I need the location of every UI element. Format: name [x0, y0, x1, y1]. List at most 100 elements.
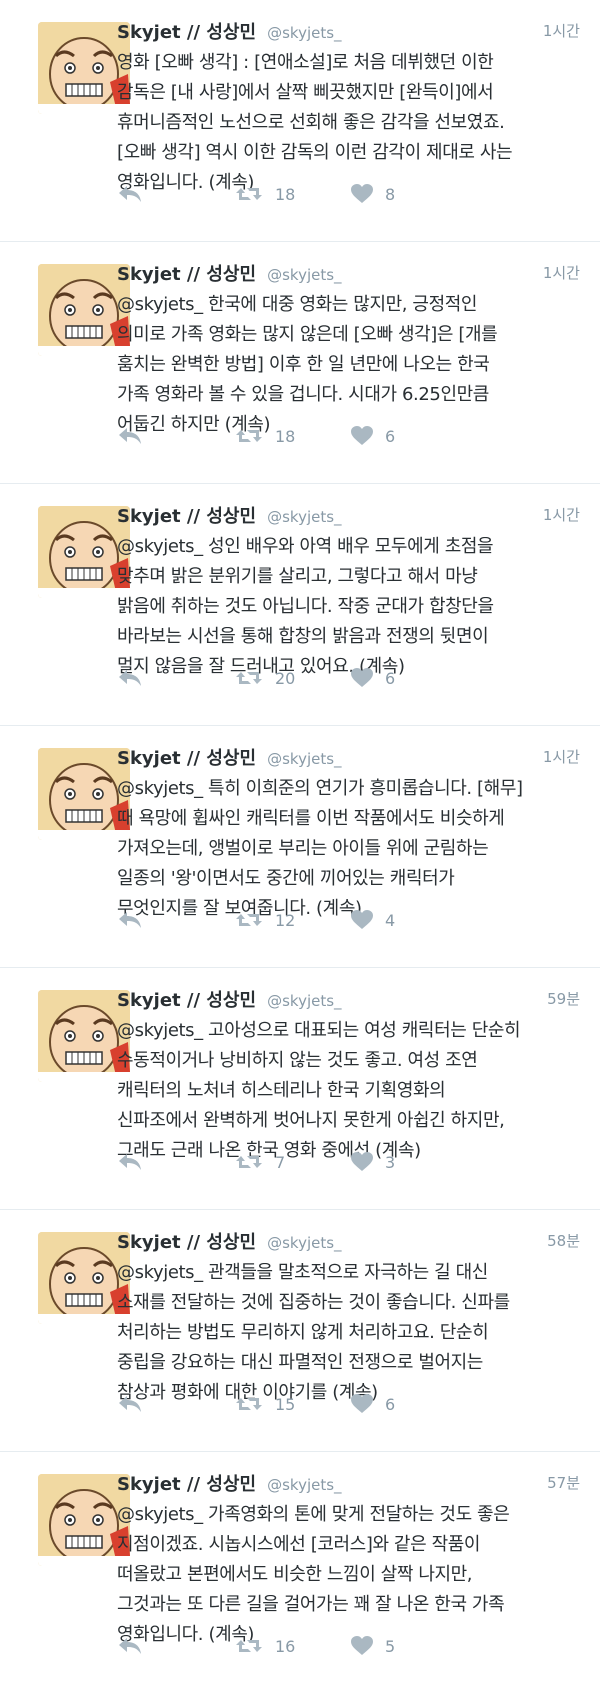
tweet-text: @skyjets_ 고아성으로 대표되는 여성 캐릭터는 단순히 수동적이거나 … — [117, 1020, 521, 1161]
tweet-actions: 18 6 — [117, 426, 497, 450]
reply-arrow-icon — [119, 1638, 141, 1654]
like-button[interactable]: 6 — [351, 1394, 395, 1414]
reply-button[interactable] — [117, 1152, 143, 1172]
display-name[interactable]: Skyjet // 성상민 — [117, 506, 256, 527]
like-count: 3 — [385, 1152, 396, 1172]
retweet-button[interactable]: 12 — [235, 910, 295, 930]
retweet-count: 18 — [275, 426, 296, 446]
retweet-button[interactable]: 18 — [235, 184, 295, 204]
heart-icon — [351, 1152, 373, 1171]
timestamp[interactable]: 58분 — [547, 1230, 580, 1251]
like-count: 5 — [385, 1636, 396, 1656]
reply-button[interactable] — [117, 668, 143, 688]
like-button[interactable]: 4 — [351, 910, 395, 930]
tweet-actions: 20 6 — [117, 668, 497, 692]
tweet[interactable]: Skyjet // 성상민 @skyjets_ 1시간 @skyjets_ 특히… — [0, 726, 600, 968]
retweet-icon — [236, 1156, 262, 1168]
timeline: Skyjet // 성상민 @skyjets_ 1시간 영화 [오빠 생각] :… — [0, 0, 600, 1694]
user-handle[interactable]: @skyjets_ — [267, 992, 341, 1010]
reply-button[interactable] — [117, 184, 143, 204]
tweet[interactable]: Skyjet // 성상민 @skyjets_ 1시간 @skyjets_ 성인… — [0, 484, 600, 726]
tweet-text: @skyjets_ 한국에 대중 영화는 많지만, 긍정적인 의미로 가족 영화… — [117, 294, 498, 435]
like-count: 6 — [385, 426, 396, 446]
tweet-actions: 18 8 — [117, 184, 497, 208]
reply-arrow-icon — [119, 1396, 141, 1412]
tweet[interactable]: Skyjet // 성상민 @skyjets_ 1시간 @skyjets_ 한국… — [0, 242, 600, 484]
tweet-actions: 16 5 — [117, 1636, 497, 1660]
tweet-header: Skyjet // 성상민 @skyjets_ 58분 — [117, 1228, 584, 1256]
like-button[interactable]: 3 — [351, 1152, 395, 1172]
timestamp[interactable]: 1시간 — [543, 262, 580, 283]
heart-icon — [351, 1636, 373, 1655]
retweet-button[interactable]: 18 — [235, 426, 295, 446]
like-count: 8 — [385, 184, 396, 204]
timestamp[interactable]: 59분 — [547, 988, 580, 1009]
user-handle[interactable]: @skyjets_ — [267, 266, 341, 284]
tweet-actions: 15 6 — [117, 1394, 497, 1418]
reply-button[interactable] — [117, 1636, 143, 1656]
tweet-actions: 12 4 — [117, 910, 497, 934]
retweet-count: 16 — [275, 1636, 296, 1656]
retweet-button[interactable]: 16 — [235, 1636, 295, 1656]
tweet[interactable]: Skyjet // 성상민 @skyjets_ 58분 @skyjets_ 관객… — [0, 1210, 600, 1452]
tweet-header: Skyjet // 성상민 @skyjets_ 59분 — [117, 986, 584, 1014]
timestamp[interactable]: 1시간 — [543, 504, 580, 525]
tweet-header: Skyjet // 성상민 @skyjets_ 57분 — [117, 1470, 584, 1498]
reply-arrow-icon — [119, 1154, 141, 1170]
retweet-icon — [236, 1398, 262, 1410]
retweet-icon — [236, 672, 262, 684]
retweet-button[interactable]: 15 — [235, 1394, 295, 1414]
retweet-button[interactable]: 7 — [235, 1152, 285, 1172]
like-button[interactable]: 6 — [351, 426, 395, 446]
reply-button[interactable] — [117, 910, 143, 930]
display-name[interactable]: Skyjet // 성상민 — [117, 748, 256, 769]
tweet-header: Skyjet // 성상민 @skyjets_ 1시간 — [117, 260, 584, 288]
user-handle[interactable]: @skyjets_ — [267, 24, 341, 42]
timestamp[interactable]: 57분 — [547, 1472, 580, 1493]
display-name[interactable]: Skyjet // 성상민 — [117, 1232, 256, 1253]
like-button[interactable]: 8 — [351, 184, 395, 204]
retweet-count: 15 — [275, 1394, 296, 1414]
heart-icon — [351, 668, 373, 687]
tweet-header: Skyjet // 성상민 @skyjets_ 1시간 — [117, 502, 584, 530]
retweet-icon — [236, 914, 262, 926]
user-handle[interactable]: @skyjets_ — [267, 1234, 341, 1252]
reply-button[interactable] — [117, 1394, 143, 1414]
retweet-count: 7 — [275, 1152, 286, 1172]
user-handle[interactable]: @skyjets_ — [267, 1476, 341, 1494]
tweet[interactable]: Skyjet // 성상민 @skyjets_ 59분 @skyjets_ 고아… — [0, 968, 600, 1210]
display-name[interactable]: Skyjet // 성상민 — [117, 22, 256, 43]
tweet-header: Skyjet // 성상민 @skyjets_ 1시간 — [117, 744, 584, 772]
user-handle[interactable]: @skyjets_ — [267, 508, 341, 526]
like-count: 4 — [385, 910, 396, 930]
user-handle[interactable]: @skyjets_ — [267, 750, 341, 768]
heart-icon — [351, 184, 373, 203]
tweet-text: @skyjets_ 성인 배우와 아역 배우 모두에게 초점을 맞추며 밝은 분… — [117, 536, 494, 677]
timestamp[interactable]: 1시간 — [543, 746, 580, 767]
display-name[interactable]: Skyjet // 성상민 — [117, 990, 256, 1011]
retweet-count: 18 — [275, 184, 296, 204]
reply-arrow-icon — [119, 912, 141, 928]
tweet[interactable]: Skyjet // 성상민 @skyjets_ 57분 @skyjets_ 가족… — [0, 1452, 600, 1694]
retweet-icon — [236, 188, 262, 200]
timestamp[interactable]: 1시간 — [543, 20, 580, 41]
display-name[interactable]: Skyjet // 성상민 — [117, 1474, 256, 1495]
retweet-button[interactable]: 20 — [235, 668, 295, 688]
heart-icon — [351, 426, 373, 445]
like-button[interactable]: 5 — [351, 1636, 395, 1656]
reply-arrow-icon — [119, 428, 141, 444]
reply-arrow-icon — [119, 186, 141, 202]
heart-icon — [351, 910, 373, 929]
tweet[interactable]: Skyjet // 성상민 @skyjets_ 1시간 영화 [오빠 생각] :… — [0, 0, 600, 242]
reply-arrow-icon — [119, 670, 141, 686]
like-button[interactable]: 6 — [351, 668, 395, 688]
heart-icon — [351, 1394, 373, 1413]
tweet-actions: 7 3 — [117, 1152, 497, 1176]
tweet-text: @skyjets_ 가족영화의 톤에 맞게 전달하는 것도 좋은 지점이겠죠. … — [117, 1504, 510, 1645]
retweet-icon — [236, 430, 262, 442]
like-count: 6 — [385, 668, 396, 688]
retweet-count: 12 — [275, 910, 296, 930]
display-name[interactable]: Skyjet // 성상민 — [117, 264, 256, 285]
reply-button[interactable] — [117, 426, 143, 446]
retweet-count: 20 — [275, 668, 296, 688]
